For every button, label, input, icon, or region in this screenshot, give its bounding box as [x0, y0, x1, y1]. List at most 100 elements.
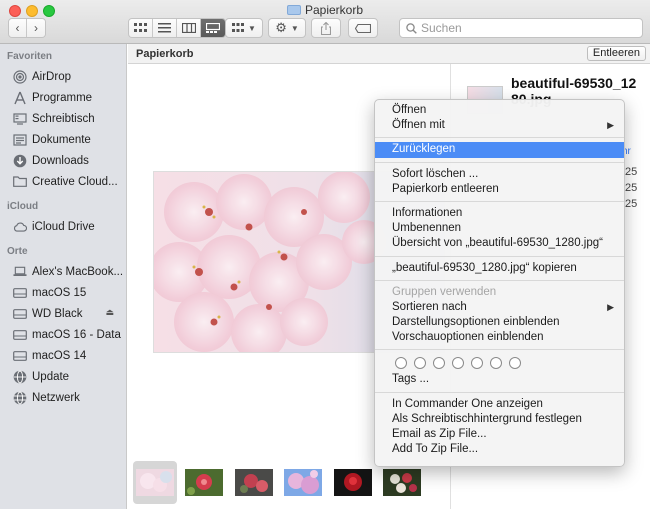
forward-button[interactable]: › — [27, 19, 45, 37]
menu-item-tags[interactable]: Tags ... — [375, 372, 624, 387]
menu-item-label: Sortieren nach — [392, 300, 467, 313]
list-view-icon — [158, 23, 171, 33]
edit-tags-button[interactable] — [348, 18, 378, 38]
sidebar-item-label: Downloads — [32, 154, 89, 167]
thumbnail[interactable] — [284, 469, 322, 496]
applications-icon — [13, 91, 27, 105]
sidebar-item-label: Dokumente — [32, 133, 91, 146]
tag-color-button[interactable] — [414, 357, 426, 370]
sidebar-item-label: Creative Cloud... — [32, 175, 118, 188]
path-bar: Papierkorb Entleeren — [128, 44, 650, 64]
thumbnail[interactable] — [235, 469, 273, 496]
thumbnail-red-rose — [334, 469, 372, 496]
sidebar-item-label: AirDrop — [32, 70, 71, 83]
menu-item-show-view-options[interactable]: Darstellungsoptionen einblenden — [375, 315, 624, 330]
menu-item-use-groups: Gruppen verwenden — [392, 285, 497, 298]
menu-separator — [375, 161, 624, 163]
group-by-button[interactable]: ▼ — [225, 18, 263, 38]
sidebar-item-macos-14[interactable]: macOS 14 — [0, 345, 126, 366]
search-icon — [406, 22, 417, 34]
sidebar-item-airdrop[interactable]: AirDrop — [0, 66, 126, 87]
gallery-view-button[interactable] — [201, 19, 225, 37]
menu-item-show-preview-options[interactable]: Vorschauoptionen einblenden — [375, 330, 624, 345]
thumbnail[interactable] — [334, 469, 372, 496]
menu-item-open-with[interactable]: Öffnen mit ▶ — [375, 118, 624, 133]
sidebar-item-programme[interactable]: Programme — [0, 87, 126, 108]
menu-item-email-as-zip[interactable]: Email as Zip File... — [375, 427, 624, 442]
search-input[interactable] — [421, 21, 621, 35]
laptop-icon — [13, 265, 27, 279]
tag-color-button[interactable] — [490, 357, 502, 370]
tag-color-row — [375, 354, 624, 372]
sidebar-item-dokumente[interactable]: Dokumente — [0, 129, 126, 150]
menu-item-add-to-zip[interactable]: Add To Zip File... — [375, 442, 624, 457]
tag-color-button[interactable] — [509, 357, 521, 370]
list-view-button[interactable] — [153, 19, 177, 37]
action-menu-button[interactable]: ⚙ ▼ — [268, 18, 306, 38]
thumbnail[interactable] — [185, 469, 223, 496]
network-icon — [13, 391, 27, 405]
sidebar-item-label: macOS 14 — [32, 349, 87, 362]
thumbnail[interactable] — [383, 469, 421, 496]
thumbnail-red-flower — [185, 469, 223, 496]
tag-color-button[interactable] — [395, 357, 407, 370]
menu-item-empty-trash[interactable]: Papierkorb entleeren — [375, 182, 624, 197]
window-title: Papierkorb — [0, 3, 650, 17]
menu-item-show-in-commander-one[interactable]: In Commander One anzeigen — [375, 397, 624, 412]
sidebar-item-netzwerk[interactable]: Netzwerk — [0, 387, 126, 408]
chevron-right-icon: › — [34, 21, 38, 35]
back-button[interactable]: ‹ — [9, 19, 27, 37]
disk-icon — [13, 286, 27, 300]
sidebar-item-macos-15[interactable]: macOS 15 — [0, 282, 126, 303]
sidebar-item-macbook[interactable]: Alex's MacBook... — [0, 261, 126, 282]
tag-color-button[interactable] — [433, 357, 445, 370]
menu-separator — [375, 255, 624, 257]
share-button[interactable] — [311, 18, 341, 38]
sidebar-item-label: macOS 16 - Data — [32, 328, 121, 341]
thumbnail[interactable] — [136, 469, 174, 496]
eject-icon[interactable]: ⏏ — [105, 307, 114, 318]
empty-trash-button[interactable]: Entleeren — [586, 46, 646, 61]
tag-color-button[interactable] — [452, 357, 464, 370]
sidebar-item-creative-cloud[interactable]: Creative Cloud... — [0, 171, 126, 192]
sidebar-section-title: iCloud — [7, 201, 39, 212]
tag-color-button[interactable] — [471, 357, 483, 370]
menu-item-get-info[interactable]: Informationen — [375, 206, 624, 221]
menu-item-rename[interactable]: Umbenennen — [375, 221, 624, 236]
sidebar-item-label: Schreibtisch — [32, 112, 95, 125]
folder-icon — [13, 175, 27, 189]
navigation-buttons: ‹ › — [8, 18, 46, 38]
sidebar-section-title: Favoriten — [7, 51, 53, 62]
menu-item-delete-immediately[interactable]: Sofort löschen ... — [375, 167, 624, 182]
globe-icon — [13, 370, 27, 384]
view-mode-switcher — [128, 18, 226, 38]
menu-separator — [375, 279, 624, 281]
sidebar-item-label: macOS 15 — [32, 286, 87, 299]
sidebar-item-label: iCloud Drive — [32, 220, 95, 233]
menu-item-set-desktop-picture[interactable]: Als Schreibtischhintergrund festlegen — [375, 412, 624, 427]
menu-item-open[interactable]: Öffnen — [375, 103, 624, 118]
chevron-down-icon: ▼ — [290, 23, 299, 33]
sidebar-item-schreibtisch[interactable]: Schreibtisch — [0, 108, 126, 129]
icon-view-button[interactable] — [129, 19, 153, 37]
disk-icon — [13, 307, 27, 321]
menu-item-copy[interactable]: „beautiful-69530_1280.jpg“ kopieren — [375, 261, 624, 276]
sidebar-item-update[interactable]: Update — [0, 366, 126, 387]
title-bar: Papierkorb ‹ › ▼ ⚙ ▼ — [0, 0, 650, 44]
search-field[interactable] — [399, 18, 643, 38]
menu-item-quick-look[interactable]: Übersicht von „beautiful-69530_1280.jpg“ — [375, 236, 624, 251]
column-view-button[interactable] — [177, 19, 201, 37]
sidebar-section-title: Orte — [7, 246, 28, 257]
menu-item-put-back[interactable]: Zurücklegen — [375, 142, 624, 158]
menu-item-sort-by[interactable]: Sortieren nach ▶ — [375, 300, 624, 315]
sidebar-item-icloud-drive[interactable]: iCloud Drive — [0, 216, 126, 237]
menu-separator — [375, 200, 624, 202]
sidebar-item-macos-16-data[interactable]: macOS 16 - Data — [0, 324, 126, 345]
airdrop-icon — [13, 69, 27, 84]
column-view-icon — [181, 23, 196, 33]
sidebar-item-downloads[interactable]: Downloads — [0, 150, 126, 171]
sidebar-item-label: Update — [32, 370, 70, 383]
thumbnail-pink-tree — [284, 469, 322, 496]
sidebar-item-wd-black[interactable]: WD Black ⏏ — [0, 303, 126, 324]
cloud-icon — [13, 220, 27, 234]
